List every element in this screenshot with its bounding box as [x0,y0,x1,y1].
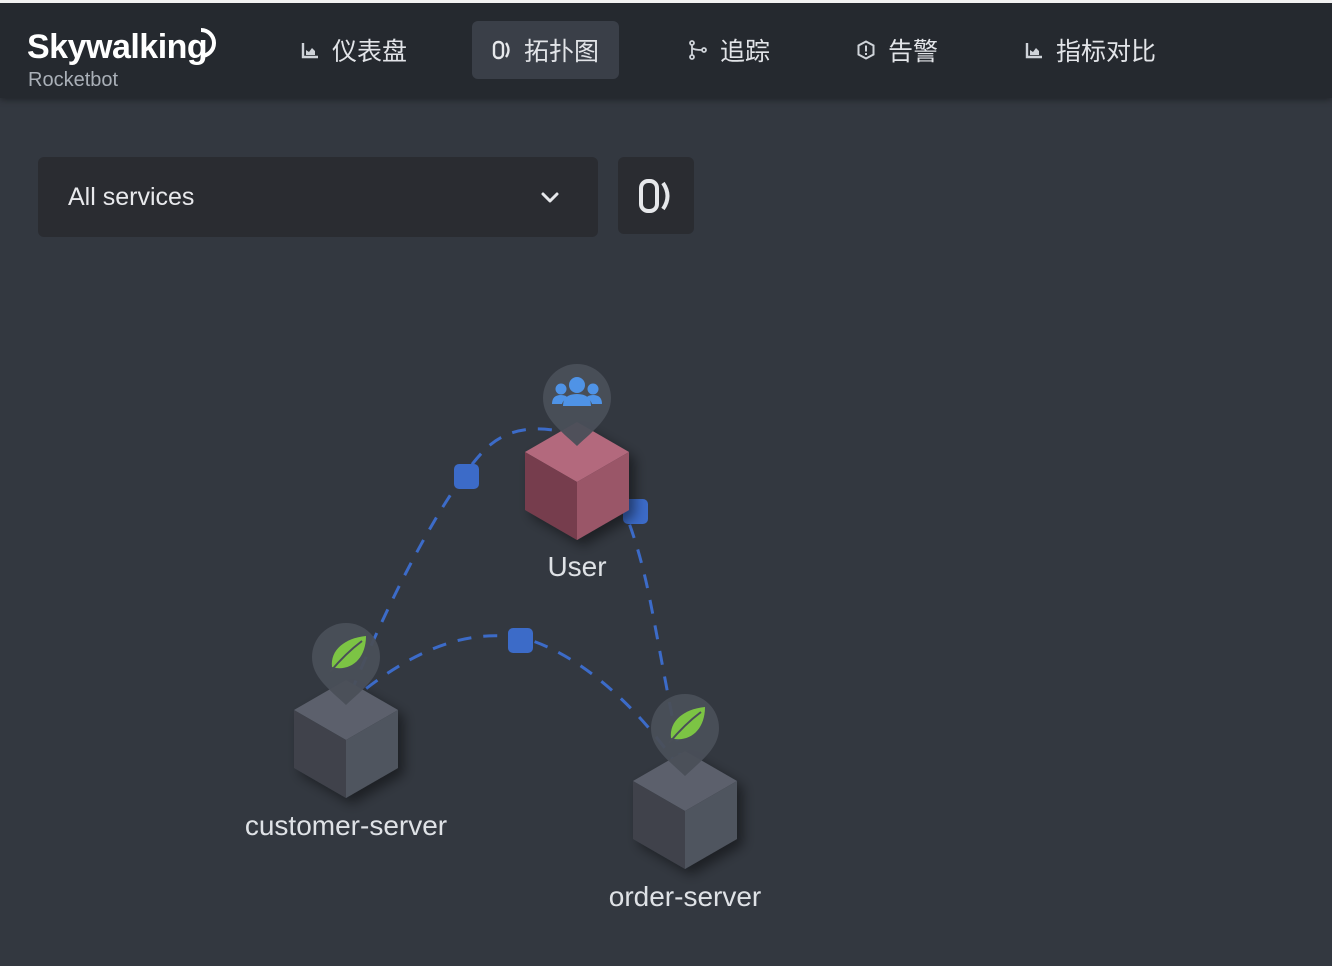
service-select[interactable]: All services [38,157,598,237]
topology-graph[interactable]: User customer-server order-server [0,240,1332,940]
topology-icon [639,179,670,213]
topology-icon [492,40,510,60]
nav-label-alarm: 告警 [888,38,939,66]
topology-node-order-server[interactable]: order-server [609,694,761,912]
nav-item-alarm[interactable]: 告警 [836,21,958,79]
brand-subtitle: Rocketbot [28,69,119,91]
edge-handle[interactable] [508,628,533,653]
service-select-value: All services [68,183,195,211]
chevron-down-icon [541,192,559,203]
edge-handle[interactable] [454,464,479,489]
nav-label-topology: 拓扑图 [524,38,600,66]
nav-label-trace: 追踪 [720,38,771,66]
alarm-icon [857,40,875,60]
nav-item-trace[interactable]: 追踪 [668,21,790,79]
topology-view-button[interactable] [618,157,694,234]
node-label: User [547,551,606,582]
brand-name: Skywalking [27,28,208,66]
nav-item-topology[interactable]: 拓扑图 [472,21,620,79]
node-label: order-server [609,881,761,912]
nav-label-dashboard: 仪表盘 [332,38,408,66]
trace-icon [689,40,707,60]
nav-item-metrics-compare[interactable]: 指标对比 [1004,21,1176,79]
topology-node-user[interactable]: User [525,364,629,582]
brand-logo[interactable]: Skywalking Rocketbot [27,25,217,95]
nav-item-dashboard[interactable]: 仪表盘 [280,21,427,79]
node-label: customer-server [245,810,447,841]
chart-icon [1025,43,1042,59]
brand-arc-icon [200,28,216,58]
chart-icon [301,43,318,59]
top-navigation-bar: Skywalking Rocketbot 仪表盘 拓扑图 追踪 告警 指标对比 [0,0,1332,98]
nav-label-metrics-compare: 指标对比 [1056,38,1157,66]
